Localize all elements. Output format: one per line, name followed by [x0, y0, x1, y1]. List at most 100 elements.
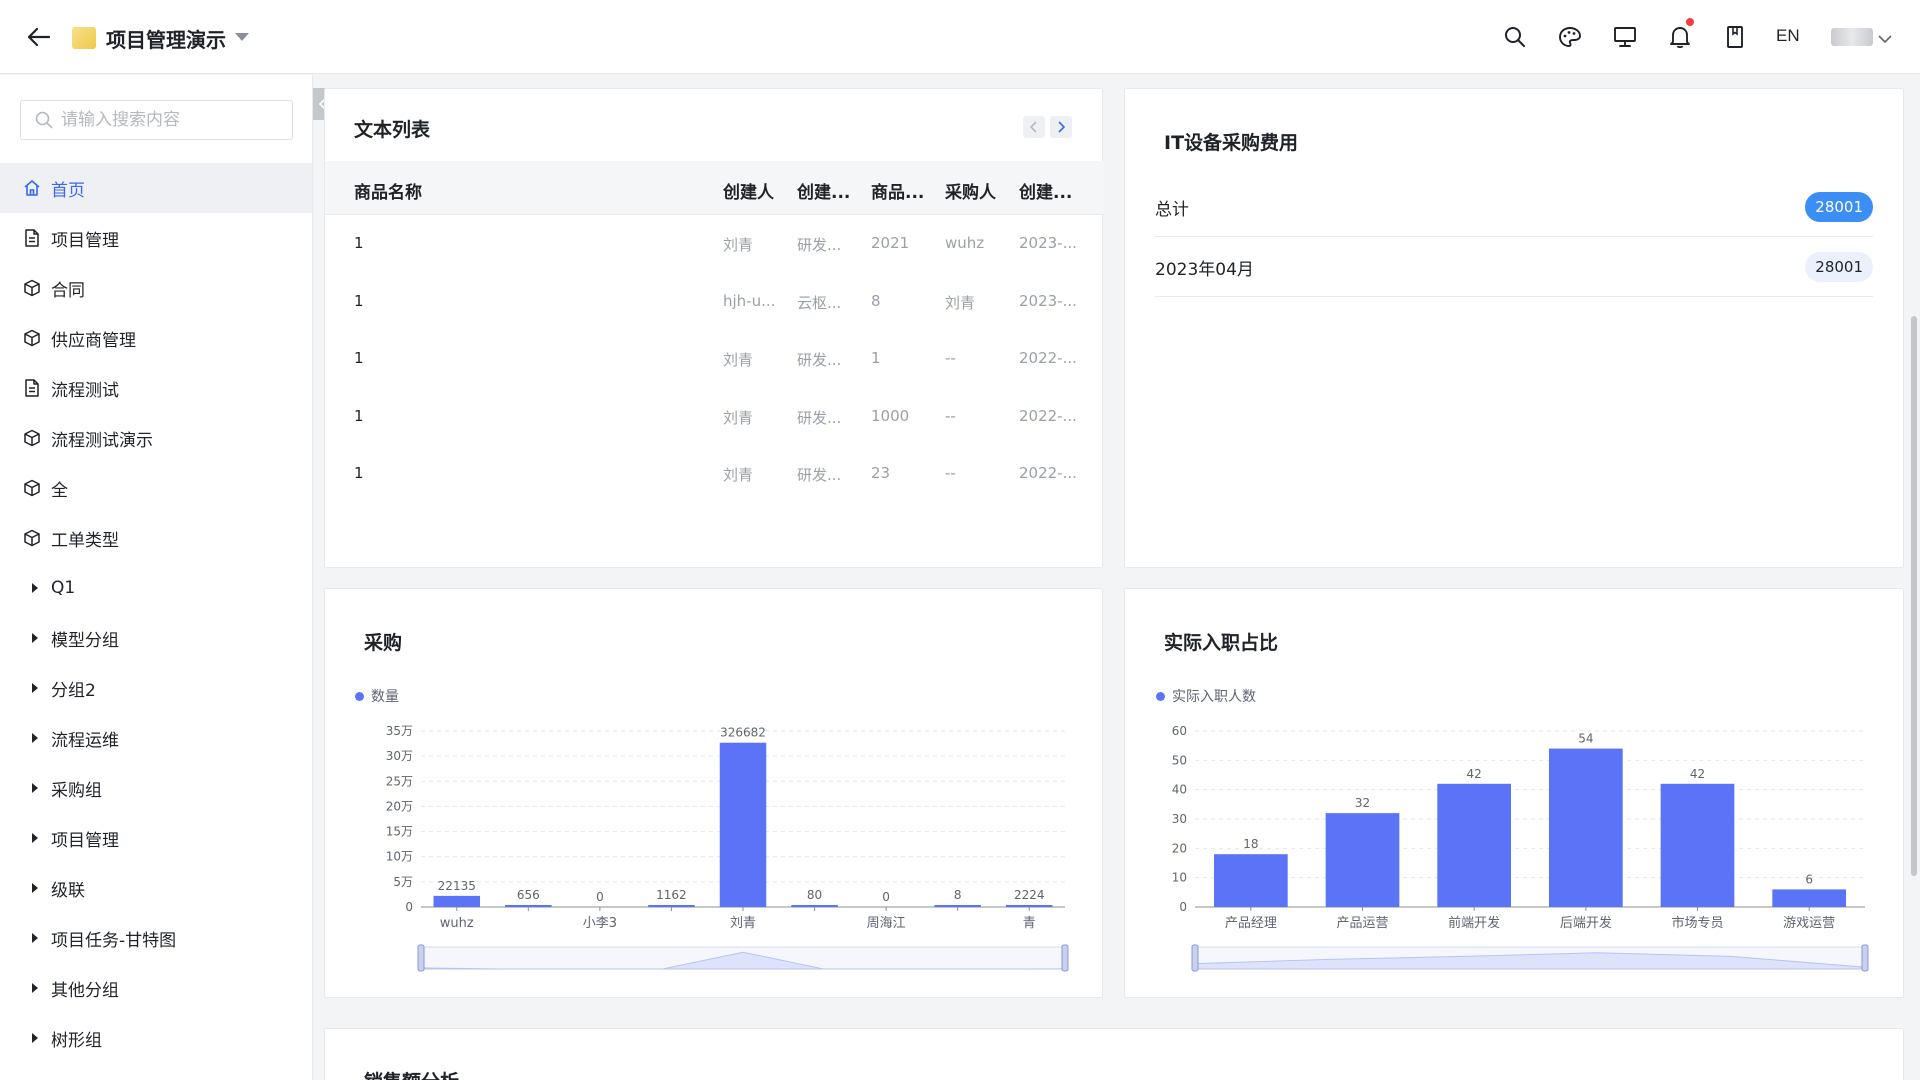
- bar[interactable]: [433, 895, 481, 907]
- home-icon: [22, 178, 42, 198]
- palette-icon[interactable]: [1555, 22, 1585, 52]
- y-tick-label: 5万: [393, 875, 413, 889]
- caret-right-icon: [32, 983, 38, 993]
- table-cell: 刘青: [723, 351, 754, 369]
- slider-handle[interactable]: [1191, 944, 1199, 972]
- sidebar-item[interactable]: 树形组: [0, 1013, 312, 1063]
- column-header[interactable]: 采购人: [945, 178, 996, 203]
- caret-right-icon: [32, 883, 38, 893]
- table-row[interactable]: 1 hjh-u... 云枢... 8 刘青 2023-...: [325, 273, 1104, 330]
- slider-handle[interactable]: [417, 944, 425, 972]
- sidebar-item[interactable]: 采购组: [0, 763, 312, 813]
- table-row[interactable]: 1 刘青 研发... 1000 -- 2022-...: [325, 388, 1104, 445]
- bar[interactable]: [1437, 783, 1512, 907]
- y-tick-label: 0: [405, 900, 413, 914]
- data-zoom-slider[interactable]: [1191, 944, 1869, 972]
- sidebar-item[interactable]: 分组2: [0, 663, 312, 713]
- sidebar-item-label: 树形组: [51, 1030, 102, 1051]
- bell-icon[interactable]: [1665, 22, 1695, 52]
- table-cell: 2022-...: [1019, 464, 1077, 482]
- slider-handle[interactable]: [1861, 944, 1869, 972]
- search-box[interactable]: [20, 100, 293, 140]
- bookmark-icon[interactable]: [1720, 22, 1750, 52]
- next-page-button[interactable]: [1050, 116, 1072, 138]
- it-cost-label: 2023年04月: [1155, 260, 1254, 280]
- bar[interactable]: [1548, 748, 1623, 907]
- sidebar-item[interactable]: 流程运维: [0, 713, 312, 763]
- chevron-left-icon: [1030, 121, 1037, 133]
- x-tick-label: 游戏运营: [1783, 916, 1835, 931]
- y-tick-label: 10: [1172, 871, 1187, 885]
- table-row[interactable]: 1 刘青 研发... 1 -- 2022-...: [325, 330, 1104, 387]
- bar[interactable]: [648, 905, 695, 907]
- sidebar-item[interactable]: 项目管理: [0, 813, 312, 863]
- bar[interactable]: [791, 905, 838, 907]
- language-switch[interactable]: EN: [1776, 26, 1800, 46]
- project-title[interactable]: 项目管理演示: [106, 24, 226, 53]
- table-cell: 1: [354, 234, 364, 252]
- bar[interactable]: [1660, 783, 1735, 907]
- table-cell: hjh-u...: [723, 291, 776, 310]
- search-icon[interactable]: [1500, 22, 1530, 52]
- sidebar-item-label: 流程运维: [51, 730, 119, 751]
- x-tick-label: 小李3: [583, 916, 617, 931]
- sidebar-item[interactable]: 项目任务-甘特图: [0, 913, 312, 963]
- monitor-icon[interactable]: [1610, 22, 1640, 52]
- card-title: IT设备采购费用: [1164, 132, 1299, 154]
- table-cell: 2023-...: [1019, 234, 1077, 252]
- table-row[interactable]: 1 刘青 研发... 23 -- 2022-...: [325, 445, 1104, 502]
- sidebar-item-label: 项目管理: [51, 830, 119, 851]
- chevron-down-icon[interactable]: [1878, 29, 1892, 48]
- chevron-down-icon[interactable]: [235, 33, 249, 41]
- bar[interactable]: [934, 905, 981, 907]
- column-header[interactable]: 创建...: [797, 178, 850, 203]
- table-cell: wuhz: [945, 234, 985, 252]
- page-scrollbar[interactable]: [1911, 316, 1917, 876]
- column-header[interactable]: 创建...: [1019, 178, 1072, 203]
- bar-value-label: 18: [1243, 837, 1258, 851]
- bar[interactable]: [505, 905, 552, 907]
- notification-badge: [1686, 18, 1694, 26]
- bar[interactable]: [1325, 813, 1400, 907]
- it-cost-row[interactable]: 2023年04月 28001: [1155, 237, 1873, 297]
- chevron-right-icon: [1058, 121, 1065, 133]
- bar[interactable]: [1772, 889, 1847, 907]
- sidebar-item[interactable]: 级联: [0, 863, 312, 913]
- sidebar-item[interactable]: 供应商管理: [0, 313, 312, 363]
- search-input[interactable]: [61, 110, 281, 130]
- sidebar-item[interactable]: 模型分组: [0, 613, 312, 663]
- slider-handle[interactable]: [1061, 944, 1069, 972]
- back-arrow-icon[interactable]: [24, 22, 54, 52]
- y-tick-label: 15万: [386, 825, 413, 839]
- data-zoom-slider[interactable]: [417, 944, 1069, 972]
- x-tick-label: 周海江: [867, 916, 906, 931]
- column-header[interactable]: 创建人: [723, 178, 774, 203]
- avatar[interactable]: [1831, 28, 1873, 46]
- table-cell: 云枢...: [797, 293, 842, 312]
- sidebar-item[interactable]: 工单类型: [0, 513, 312, 563]
- it-cost-row[interactable]: 总计 28001: [1155, 177, 1873, 237]
- table-cell: 1000: [871, 406, 910, 425]
- sidebar-item[interactable]: 项目管理: [0, 213, 312, 263]
- bar[interactable]: [1005, 905, 1053, 907]
- sidebar-item[interactable]: Q1: [0, 563, 312, 613]
- column-header[interactable]: 商品...: [871, 178, 924, 203]
- caret-right-icon: [32, 633, 38, 643]
- document-icon: [22, 378, 42, 398]
- column-header[interactable]: 商品名称: [354, 178, 422, 203]
- sidebar-item[interactable]: 流程测试演示: [0, 413, 312, 463]
- sidebar-item[interactable]: 其他分组: [0, 963, 312, 1013]
- table-row[interactable]: 1 刘青 研发... 2021 wuhz 2023-...: [325, 215, 1104, 272]
- table-cell: 1: [354, 406, 364, 425]
- bar-value-label: 22135: [438, 879, 476, 893]
- bar[interactable]: [719, 742, 767, 907]
- prev-page-button[interactable]: [1023, 116, 1045, 138]
- sidebar-item[interactable]: 全: [0, 463, 312, 513]
- sidebar-item[interactable]: 首页: [0, 163, 312, 213]
- sidebar-item[interactable]: 合同: [0, 263, 312, 313]
- table-cell: 2021: [871, 234, 910, 252]
- cube-icon: [22, 528, 42, 548]
- x-tick-label: 前端开发: [1448, 915, 1500, 931]
- bar[interactable]: [1213, 854, 1288, 907]
- sidebar-item[interactable]: 流程测试: [0, 363, 312, 413]
